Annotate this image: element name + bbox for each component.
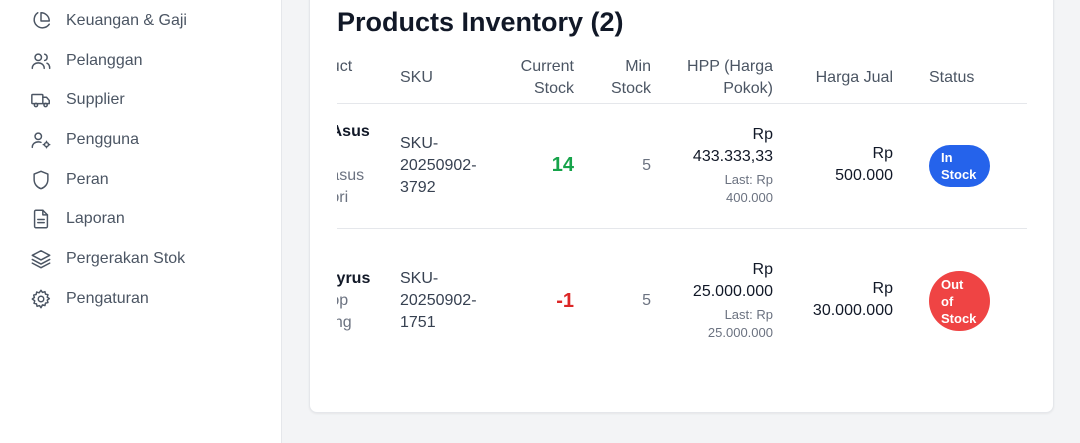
col-header-sku[interactable]: SKU — [400, 67, 433, 89]
sidebar-item-label: Pengaturan — [66, 290, 149, 307]
sku-line3: 3792 — [400, 179, 436, 196]
sidebar-item-supplier[interactable]: Supplier — [30, 85, 270, 115]
page-title: Products Inventory (2) — [337, 7, 624, 37]
row-divider — [337, 228, 1027, 229]
min-stock-value: 5 — [642, 157, 651, 174]
sidebar-item-keuangan-gaji[interactable]: Keuangan & Gaji — [30, 6, 270, 36]
sidebar-item-label: Keuangan & Gaji — [66, 12, 187, 29]
hpp-last-line2: 25.000.000 — [707, 325, 773, 340]
sku-line3: 1751 — [400, 314, 436, 331]
sidebar-item-pengaturan[interactable]: Pengaturan — [30, 284, 270, 314]
status-badge-line2: of — [941, 293, 954, 309]
status-badge-line1: Out — [941, 276, 964, 292]
sidebar-item-label: Pengguna — [66, 131, 139, 148]
users-icon — [31, 53, 51, 70]
current-stock-value: -1 — [556, 290, 574, 312]
col-header-hpp-line2: Pokok) — [723, 80, 773, 97]
hpp-last-line1: Last: Rp — [724, 172, 773, 187]
hpp-cell: Rp 433.333,33 Last: Rp 400.000 — [667, 124, 773, 207]
col-header-harga-jual[interactable]: Harga Jual — [793, 67, 893, 89]
truck-icon — [31, 93, 50, 108]
sidebar-item-label: Peran — [66, 171, 109, 188]
col-header-current-line2: Stock — [533, 80, 574, 97]
sidebar-item-pengguna[interactable]: Pengguna — [30, 125, 270, 155]
user-cog-icon — [31, 132, 51, 149]
sku-line2: 20250902- — [400, 157, 477, 174]
product-desc-line2: ming — [337, 314, 352, 331]
sku-line1: SKU- — [400, 135, 439, 152]
product-name-line1: d Asus — [337, 123, 370, 140]
status-badge: Out of Stock — [929, 271, 990, 331]
sidebar: Keuangan & Gaji Pelanggan Supplier Pengg… — [0, 0, 282, 443]
shield-icon — [33, 170, 49, 190]
harga-jual-line2: 500.000 — [835, 167, 893, 184]
hpp-line1: Rp — [752, 261, 773, 278]
status-badge: In Stock — [929, 145, 990, 187]
product-name-line2: phyrus — [337, 270, 371, 287]
harga-jual-cell: Rp 30.000.000 — [793, 278, 893, 322]
sku-cell: SKU- 20250902- 1751 — [400, 268, 477, 334]
harga-jual-line2: 30.000.000 — [812, 302, 893, 319]
products-inventory-card: Products Inventory (2) oduct me SKU Curr… — [309, 0, 1054, 413]
hpp-line2: 25.000.000 — [692, 283, 773, 300]
status-badge-line2: Stock — [941, 167, 977, 182]
col-header-status[interactable]: Status — [929, 67, 974, 89]
hpp-line2: 433.333,33 — [692, 148, 773, 165]
col-header-product-line2: me — [337, 78, 403, 100]
col-header-current-line1: Current — [520, 58, 574, 75]
sidebar-item-peran[interactable]: Peran — [30, 165, 270, 195]
col-header-min-line1: Min — [625, 58, 651, 75]
harga-jual-cell: Rp 500.000 — [793, 143, 893, 187]
col-header-product-line1: oduct — [337, 58, 353, 75]
hpp-line1: Rp — [752, 126, 773, 143]
status-badge-line1: In — [941, 150, 953, 165]
sku-line2: 20250902- — [400, 292, 477, 309]
sidebar-item-label: Pergerakan Stok — [66, 250, 186, 267]
col-header-hpp-line1: HPP (Harga — [687, 58, 773, 75]
inventory-table-scroll[interactable]: oduct me SKU Current Stock Min Stock HPP… — [337, 49, 1027, 389]
col-header-min-line2: Stock — [610, 80, 651, 97]
sidebar-item-laporan[interactable]: Laporan — [30, 204, 270, 234]
product-desc-line2: 0 ori — [337, 189, 349, 206]
min-stock-value: 5 — [642, 292, 651, 309]
status-badge-line3: Stock — [941, 310, 977, 326]
hpp-cell: Rp 25.000.000 Last: Rp 25.000.000 — [667, 259, 773, 342]
hpp-last-line1: Last: Rp — [724, 307, 773, 322]
harga-jual-line1: Rp — [872, 280, 893, 297]
sidebar-item-label: Pelanggan — [66, 52, 143, 69]
sidebar-item-pelanggan[interactable]: Pelanggan — [30, 46, 270, 76]
gear-icon — [31, 289, 51, 309]
col-header-hpp[interactable]: HPP (Harga Pokok) — [667, 56, 773, 100]
col-header-current-stock[interactable]: Current Stock — [497, 56, 574, 100]
hpp-last-line2: 400.000 — [726, 190, 773, 205]
harga-jual-line1: Rp — [872, 145, 893, 162]
header-divider — [337, 103, 1027, 104]
product-name-line2: 0 — [337, 143, 397, 165]
current-stock-value: 14 — [551, 154, 574, 176]
sku-line1: SKU- — [400, 270, 439, 287]
pie-chart-icon — [33, 12, 50, 29]
layers-icon — [31, 250, 51, 269]
product-desc-line1: ptop — [337, 292, 349, 309]
sku-cell: SKU- 20250902- 3792 — [400, 133, 477, 199]
sidebar-item-label: Laporan — [66, 210, 125, 227]
product-name-line1: G — [337, 246, 397, 268]
sidebar-item-pergerakan-stok[interactable]: Pergerakan Stok — [30, 244, 270, 274]
product-desc-line3: X — [337, 334, 397, 356]
product-desc-line1: d asus — [337, 167, 365, 184]
product-cell: d Asus 0 d asus 0 ori — [337, 121, 397, 209]
col-header-min-stock[interactable]: Min Stock — [587, 56, 651, 100]
product-cell: G phyrus ptop ming X — [337, 246, 397, 356]
sidebar-item-label: Supplier — [66, 91, 125, 108]
file-text-icon — [33, 209, 49, 229]
col-header-product[interactable]: oduct me — [337, 56, 403, 100]
